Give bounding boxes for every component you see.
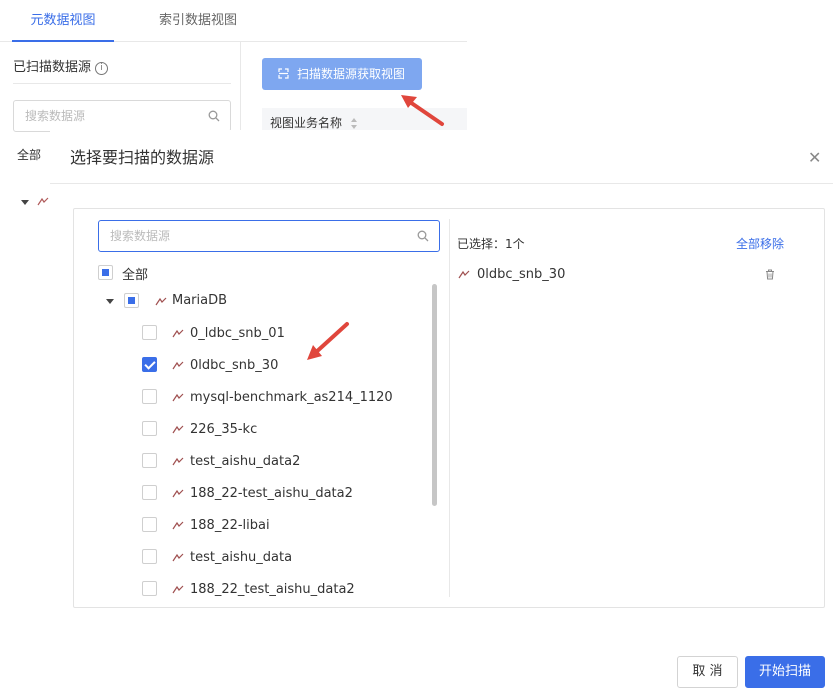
search-icon	[417, 230, 429, 242]
database-icon	[172, 489, 184, 498]
all-sources-label[interactable]: 全部	[17, 146, 41, 163]
database-icon	[172, 553, 184, 562]
database-icon	[172, 393, 184, 402]
trash-icon[interactable]	[765, 269, 775, 280]
datasource-checkbox[interactable]	[142, 389, 157, 404]
transfer-panel: 搜索数据源 全部 MariaDB 0_ldbc_snb_01 0ldbc_snb_…	[73, 208, 825, 608]
datasource-label: 188_22-libai	[190, 518, 270, 533]
datasource-checkbox[interactable]	[142, 421, 157, 436]
cancel-button[interactable]: 取 消	[677, 656, 738, 688]
database-icon	[458, 270, 470, 279]
list-scrollbar[interactable]	[432, 284, 437, 506]
dialog-search-input[interactable]: 搜索数据源	[98, 220, 440, 252]
selected-count: 已选择：1个	[457, 237, 525, 251]
search-icon	[208, 110, 220, 122]
database-icon	[172, 585, 184, 594]
tab-index-view[interactable]: 索引数据视图	[148, 0, 248, 42]
start-scan-button[interactable]: 开始扫描	[745, 656, 825, 688]
database-icon	[172, 329, 184, 338]
datasource-checkbox[interactable]	[142, 357, 157, 372]
database-icon	[172, 521, 184, 530]
view-tabs: 元数据视图 索引数据视图	[0, 0, 467, 42]
datasource-label: 188_22-test_aishu_data2	[190, 486, 353, 501]
datasource-checkbox[interactable]	[142, 453, 157, 468]
database-icon	[155, 297, 167, 306]
column-header-label: 视图业务名称	[270, 116, 343, 130]
database-icon	[172, 425, 184, 434]
panel-divider	[449, 219, 450, 597]
database-icon	[172, 457, 184, 466]
remove-all-link[interactable]: 全部移除	[736, 235, 784, 252]
datasource-checkbox[interactable]	[142, 581, 157, 596]
dialog-title: 选择要扫描的数据源	[70, 148, 215, 167]
datasource-checkbox[interactable]	[142, 549, 157, 564]
dialog-search-placeholder: 搜索数据源	[110, 229, 171, 243]
sort-icon[interactable]	[350, 117, 358, 130]
datasource-label: 0ldbc_snb_30	[190, 358, 279, 373]
selected-item-label: 0ldbc_snb_30	[477, 267, 566, 282]
datasource-checkbox[interactable]	[142, 517, 157, 532]
tab-metadata-view[interactable]: 元数据视图	[12, 0, 114, 42]
scanned-sources-heading: 已扫描数据源 i	[13, 56, 109, 75]
database-icon	[172, 361, 184, 370]
collapse-caret-icon[interactable]	[106, 299, 114, 304]
divider	[13, 83, 231, 84]
dialog-header-divider	[50, 183, 833, 184]
scanned-sources-label: 已扫描数据源	[13, 60, 92, 75]
select-all-checkbox[interactable]	[98, 265, 113, 280]
database-icon	[37, 197, 49, 206]
datasource-label: 226_35-kc	[190, 422, 258, 437]
datasource-checkbox[interactable]	[142, 485, 157, 500]
datasource-label: mysql-benchmark_as214_1120	[190, 390, 393, 405]
scan-icon	[278, 68, 289, 79]
mariadb-group-label: MariaDB	[172, 293, 228, 308]
scan-view-button-label: 扫描数据源获取视图	[296, 67, 405, 81]
mariadb-group-checkbox[interactable]	[124, 293, 139, 308]
select-all-label: 全部	[122, 268, 149, 283]
source-search-input[interactable]: 搜索数据源	[13, 100, 231, 132]
datasource-checkbox[interactable]	[142, 325, 157, 340]
info-icon[interactable]: i	[95, 62, 109, 75]
datasource-label: test_aishu_data2	[190, 454, 301, 469]
search-placeholder: 搜索数据源	[25, 109, 86, 123]
datasource-label: 188_22_test_aishu_data2	[190, 582, 355, 597]
close-icon[interactable]: ✕	[808, 148, 821, 167]
datasource-label: test_aishu_data	[190, 550, 293, 565]
select-datasource-dialog: 选择要扫描的数据源 ✕ 搜索数据源 全部 MariaDB 0_ldbc_snb_…	[50, 130, 833, 697]
expand-caret-icon[interactable]	[21, 200, 29, 205]
scan-datasource-view-button[interactable]: 扫描数据源获取视图	[262, 58, 422, 90]
datasource-label: 0_ldbc_snb_01	[190, 326, 285, 341]
